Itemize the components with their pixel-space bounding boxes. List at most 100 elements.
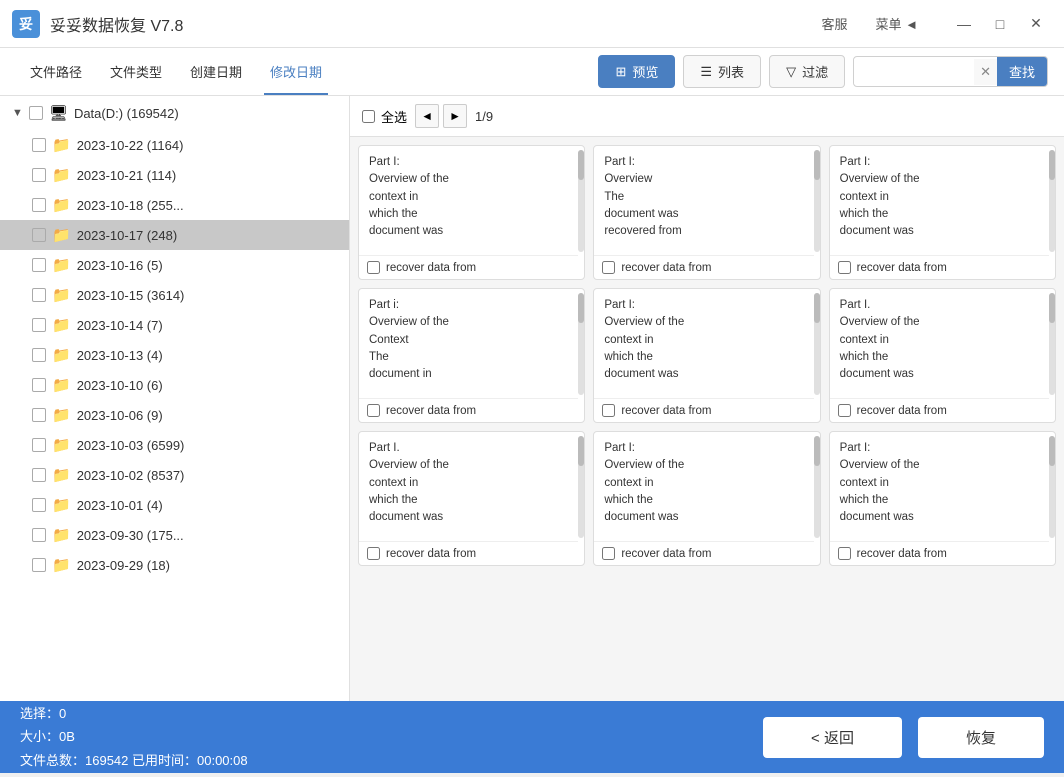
grid-item-6[interactable]: Part I. Overview of the context in which… [358,431,585,566]
item-checkbox-grid-8[interactable] [838,547,851,560]
folder-icon-5: 📁 [52,286,71,304]
item-checkbox-3[interactable] [32,228,46,242]
scrollbar-7[interactable] [814,436,820,538]
select-all-checkbox[interactable] [362,110,375,123]
item-label-3: 2023-10-17 (248) [77,228,177,243]
title-right: 客服 菜单 ◄ — □ ✕ [815,10,1052,38]
scrollbar-8[interactable] [1049,436,1055,538]
item-checkbox-1[interactable] [32,168,46,182]
item-checkbox-7[interactable] [32,348,46,362]
item-checkbox-2[interactable] [32,198,46,212]
preview-text-6: Part I. Overview of the context in which… [359,432,578,542]
tree-item-6[interactable]: 📁 2023-10-14 (7) [0,310,349,340]
customer-service-btn[interactable]: 客服 [815,10,853,37]
item-checkbox-grid-1[interactable] [602,261,615,274]
item-footer-text-7: recover data from [621,548,711,560]
search-btn[interactable]: 查找 [997,57,1047,86]
item-checkbox-11[interactable] [32,468,46,482]
filter-icon: ▽ [786,64,796,80]
tree-item-5[interactable]: 📁 2023-10-15 (3614) [0,280,349,310]
item-label-6: 2023-10-14 (7) [77,318,163,333]
item-checkbox-6[interactable] [32,318,46,332]
folder-icon-10: 📁 [52,436,71,454]
title-left: 妥 妥妥数据恢复 V7.8 [12,10,183,38]
item-checkbox-grid-0[interactable] [367,261,380,274]
tree-item-2[interactable]: 📁 2023-10-18 (255... [0,190,349,220]
item-checkbox-0[interactable] [32,138,46,152]
return-btn[interactable]: < 返回 [763,717,902,758]
tab-filetype[interactable]: 文件类型 [96,54,176,89]
tree-item-8[interactable]: 📁 2023-10-10 (6) [0,370,349,400]
window-controls: — □ ✕ [948,10,1052,38]
item-checkbox-grid-2[interactable] [838,261,851,274]
tab-modifydate[interactable]: 修改日期 [256,54,336,89]
grid-item-1[interactable]: Part I: OverviewThe document was recover… [593,145,820,280]
grid-item-2[interactable]: Part I: Overview of the context in which… [829,145,1056,280]
tree-item-1[interactable]: 📁 2023-10-21 (114) [0,160,349,190]
item-checkbox-grid-3[interactable] [367,404,380,417]
item-checkbox-grid-5[interactable] [838,404,851,417]
tree-item-4[interactable]: 📁 2023-10-16 (5) [0,250,349,280]
grid-item-5[interactable]: Part I. Overview of the context in which… [829,288,1056,423]
tree-item-9[interactable]: 📁 2023-10-06 (9) [0,400,349,430]
tree-item-13[interactable]: 📁 2023-09-30 (175... [0,520,349,550]
list-btn[interactable]: ☰ 列表 [683,55,761,88]
tree-item-11[interactable]: 📁 2023-10-02 (8537) [0,460,349,490]
scrollbar-0[interactable] [578,150,584,252]
tree-item-7[interactable]: 📁 2023-10-13 (4) [0,340,349,370]
folder-icon-6: 📁 [52,316,71,334]
preview-btn[interactable]: ⊞ 预览 [598,55,675,88]
scrollbar-4[interactable] [814,293,820,395]
grid-item-3[interactable]: Part i: Overview of the ContextThe docum… [358,288,585,423]
item-checkbox-13[interactable] [32,528,46,542]
restore-btn[interactable]: 恢复 [918,717,1044,758]
item-checkbox-grid-6[interactable] [367,547,380,560]
item-checkbox-grid-7[interactable] [602,547,615,560]
item-label-12: 2023-10-01 (4) [77,498,163,513]
grid-item-7[interactable]: Part I: Overview of the context in which… [593,431,820,566]
item-checkbox-12[interactable] [32,498,46,512]
item-checkbox-14[interactable] [32,558,46,572]
grid-panel: 全选 ◄ ► 1/9 Part I: Overview of the conte… [350,96,1064,701]
item-checkbox-5[interactable] [32,288,46,302]
grid-item-0[interactable]: Part I: Overview of the context in which… [358,145,585,280]
next-page-btn[interactable]: ► [443,104,467,128]
grid-icon: ⊞ [615,64,626,80]
item-footer-text-4: recover data from [621,405,711,417]
tab-createdate[interactable]: 创建日期 [176,54,256,89]
filter-btn[interactable]: ▽ 过滤 [769,55,845,88]
scrollbar-3[interactable] [578,293,584,395]
folder-icon-7: 📁 [52,346,71,364]
search-input[interactable] [854,59,974,84]
folder-icon-8: 📁 [52,376,71,394]
tab-filepath[interactable]: 文件路径 [16,54,96,89]
maximize-btn[interactable]: □ [984,10,1016,38]
tree-item-3[interactable]: 📁 2023-10-17 (248) [0,220,349,250]
grid-item-8[interactable]: Part I: Overview of the context in which… [829,431,1056,566]
tree-item-14[interactable]: 📁 2023-09-29 (18) [0,550,349,580]
scrollbar-5[interactable] [1049,293,1055,395]
close-btn[interactable]: ✕ [1020,10,1052,38]
menu-btn[interactable]: 菜单 ◄ [869,10,924,37]
app-icon: 妥 [12,10,40,38]
scrollbar-2[interactable] [1049,150,1055,252]
tree-root-checkbox[interactable] [29,106,43,120]
minimize-btn[interactable]: — [948,10,980,38]
item-checkbox-10[interactable] [32,438,46,452]
grid-items: Part I: Overview of the context in which… [350,137,1064,701]
item-checkbox-grid-4[interactable] [602,404,615,417]
grid-item-4[interactable]: Part I: Overview of the context in which… [593,288,820,423]
tree-item-12[interactable]: 📁 2023-10-01 (4) [0,490,349,520]
item-checkbox-4[interactable] [32,258,46,272]
scrollbar-1[interactable] [814,150,820,252]
folder-icon-3: 📁 [52,226,71,244]
item-label-0: 2023-10-22 (1164) [77,138,184,153]
prev-page-btn[interactable]: ◄ [415,104,439,128]
item-checkbox-9[interactable] [32,408,46,422]
tree-item-0[interactable]: 📁 2023-10-22 (1164) [0,130,349,160]
item-checkbox-8[interactable] [32,378,46,392]
tree-item-10[interactable]: 📁 2023-10-03 (6599) [0,430,349,460]
tree-root[interactable]: ▼ 🖥 Data(D:) (169542) [0,96,349,130]
search-clear-btn[interactable]: ✕ [974,59,997,85]
scrollbar-6[interactable] [578,436,584,538]
